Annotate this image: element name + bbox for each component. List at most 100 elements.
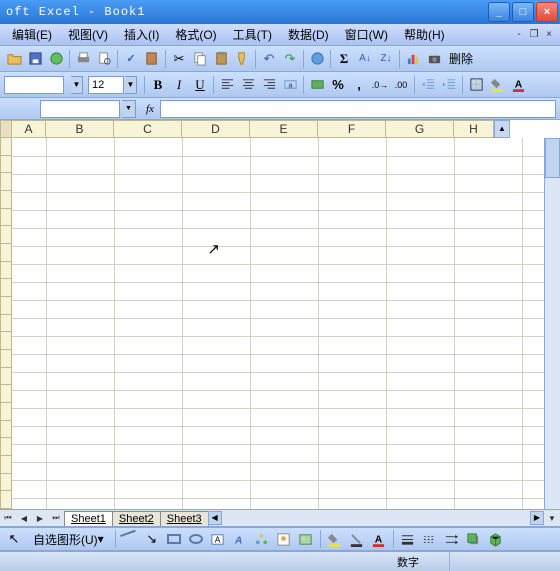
open-icon[interactable] — [4, 49, 24, 69]
currency-icon[interactable] — [307, 75, 327, 95]
sheet-tab[interactable]: Sheet1 — [64, 511, 113, 526]
fill-color-draw-icon[interactable] — [325, 529, 345, 549]
menu-window[interactable]: 窗口(W) — [337, 24, 396, 45]
hscroll-left-icon[interactable]: ◀ — [208, 511, 222, 525]
cells-area[interactable] — [12, 138, 544, 509]
column-header[interactable]: G — [386, 120, 454, 138]
maximize-button[interactable]: □ — [512, 2, 534, 22]
undo-icon[interactable]: ↶ — [259, 49, 279, 69]
line-style-icon[interactable] — [398, 529, 418, 549]
percent-icon[interactable]: % — [328, 75, 348, 95]
close-button[interactable]: × — [536, 2, 558, 22]
sort-asc-icon[interactable]: A↓ — [355, 49, 375, 69]
italic-button[interactable]: I — [169, 75, 189, 95]
line-icon[interactable] — [120, 529, 140, 549]
line-color-icon[interactable] — [347, 529, 367, 549]
column-header[interactable]: B — [46, 120, 114, 138]
menu-view[interactable]: 视图(V) — [60, 24, 116, 45]
format-painter-icon[interactable] — [232, 49, 252, 69]
font-name-dropdown-icon[interactable]: ▼ — [71, 76, 83, 94]
research-icon[interactable] — [142, 49, 162, 69]
print-icon[interactable] — [73, 49, 93, 69]
borders-icon[interactable] — [466, 75, 486, 95]
shadow-icon[interactable] — [464, 529, 484, 549]
formula-input[interactable] — [160, 100, 556, 118]
arrow-icon[interactable]: ↘ — [142, 529, 162, 549]
column-header[interactable]: F — [318, 120, 386, 138]
name-box[interactable] — [40, 100, 120, 118]
textbox-icon[interactable]: A — [208, 529, 228, 549]
autoshapes-button[interactable]: 自选图形(U) ▾ — [26, 530, 111, 548]
scroll-up-icon[interactable]: ▲ — [494, 120, 510, 138]
3d-icon[interactable] — [486, 529, 506, 549]
tab-nav-first-icon[interactable]: ⏮ — [0, 510, 16, 526]
minimize-button[interactable]: _ — [488, 2, 510, 22]
font-name-box[interactable] — [4, 76, 64, 94]
sheet-tab[interactable]: Sheet2 — [112, 511, 161, 526]
align-center-icon[interactable] — [238, 75, 258, 95]
menu-tools[interactable]: 工具(T) — [225, 24, 280, 45]
column-header[interactable]: A — [12, 120, 46, 138]
wordart-icon[interactable]: A — [230, 529, 250, 549]
font-color-draw-icon[interactable]: A — [369, 529, 389, 549]
copy-icon[interactable] — [190, 49, 210, 69]
select-all-corner[interactable] — [0, 120, 12, 138]
chart-wizard-icon[interactable] — [403, 49, 423, 69]
permission-icon[interactable] — [46, 49, 66, 69]
autosum-icon[interactable]: Σ — [334, 49, 354, 69]
decrease-indent-icon[interactable] — [418, 75, 438, 95]
horizontal-scrollbar[interactable] — [242, 511, 530, 525]
diagram-icon[interactable] — [252, 529, 272, 549]
fill-color-icon[interactable] — [487, 75, 507, 95]
font-size-box[interactable]: 12 — [88, 76, 124, 94]
increase-indent-icon[interactable] — [439, 75, 459, 95]
dash-style-icon[interactable] — [420, 529, 440, 549]
hscroll-right-icon[interactable]: ▶ — [530, 511, 544, 525]
underline-button[interactable]: U — [190, 75, 210, 95]
menu-help[interactable]: 帮助(H) — [396, 24, 453, 45]
font-size-dropdown-icon[interactable]: ▼ — [125, 76, 137, 94]
font-color-icon[interactable]: A — [508, 75, 528, 95]
wb-restore-icon[interactable]: ❐ — [527, 29, 541, 41]
menu-format[interactable]: 格式(O) — [167, 24, 224, 45]
rectangle-icon[interactable] — [164, 529, 184, 549]
arrow-style-icon[interactable] — [442, 529, 462, 549]
fx-icon[interactable]: fx — [146, 103, 154, 115]
paste-icon[interactable] — [211, 49, 231, 69]
scroll-down-icon[interactable]: ▼ — [544, 510, 560, 526]
sheet-tab[interactable]: Sheet3 — [160, 511, 209, 526]
oval-icon[interactable] — [186, 529, 206, 549]
tab-nav-last-icon[interactable]: ⏭ — [48, 510, 64, 526]
column-header[interactable]: H — [454, 120, 494, 138]
bold-button[interactable]: B — [148, 75, 168, 95]
comma-icon[interactable]: , — [349, 75, 369, 95]
decrease-decimal-icon[interactable]: .00 — [391, 75, 411, 95]
save-icon[interactable] — [25, 49, 45, 69]
wb-minimize-icon[interactable]: - — [512, 29, 526, 41]
cut-icon[interactable]: ✂ — [169, 49, 189, 69]
increase-decimal-icon[interactable]: .0→ — [370, 75, 390, 95]
menu-edit[interactable]: 编辑(E) — [4, 24, 60, 45]
camera-icon[interactable] — [424, 49, 444, 69]
menu-data[interactable]: 数据(D) — [280, 24, 337, 45]
tab-nav-next-icon[interactable]: ▶ — [32, 510, 48, 526]
vertical-scrollbar[interactable] — [544, 138, 560, 509]
hyperlink-icon[interactable] — [307, 49, 327, 69]
column-header[interactable]: D — [182, 120, 250, 138]
wb-close-icon[interactable]: × — [542, 29, 556, 41]
align-left-icon[interactable] — [217, 75, 237, 95]
print-preview-icon[interactable] — [94, 49, 114, 69]
sort-desc-icon[interactable]: Z↓ — [376, 49, 396, 69]
column-header[interactable]: C — [114, 120, 182, 138]
redo-icon[interactable]: ↷ — [280, 49, 300, 69]
vertical-scroll-thumb[interactable] — [545, 138, 560, 178]
align-right-icon[interactable] — [259, 75, 279, 95]
clipart-icon[interactable] — [274, 529, 294, 549]
menu-insert[interactable]: 插入(I) — [116, 24, 167, 45]
row-headers[interactable] — [0, 138, 12, 509]
merge-center-icon[interactable]: a — [280, 75, 300, 95]
tab-nav-prev-icon[interactable]: ◀ — [16, 510, 32, 526]
insert-picture-icon[interactable] — [296, 529, 316, 549]
select-objects-icon[interactable]: ↖ — [4, 529, 24, 549]
spelling-icon[interactable]: ✓ — [121, 49, 141, 69]
